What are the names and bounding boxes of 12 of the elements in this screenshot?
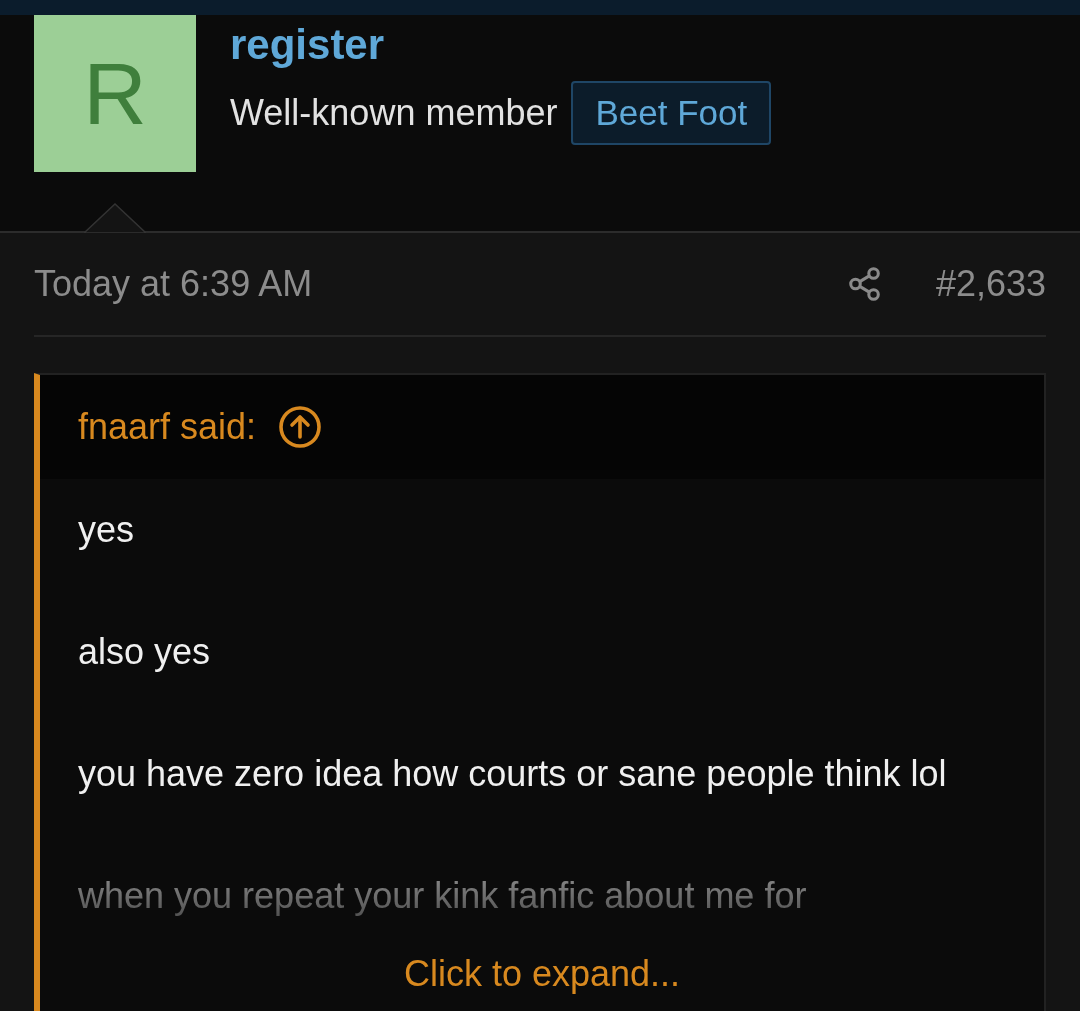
post-number-link[interactable]: #2,633 [935, 263, 1046, 305]
post-time[interactable]: Today at 6:39 AM [34, 263, 313, 305]
username-link[interactable]: register [230, 19, 772, 71]
expand-link[interactable]: Click to expand... [403, 953, 681, 995]
quote-text: you have zero idea how courts or sane people think lol [78, 752, 948, 796]
quote-attribution[interactable]: fnaarf said: [78, 406, 257, 448]
arrow-up-circle-icon[interactable] [278, 405, 323, 449]
quote-text: yes [78, 508, 136, 552]
user-badge: Beet Foot [571, 81, 772, 145]
user-title: Well-known member [230, 92, 558, 134]
quote-text: also yes [78, 630, 212, 674]
quote-text: when you repeat your kink fanfic about me for [78, 874, 808, 918]
